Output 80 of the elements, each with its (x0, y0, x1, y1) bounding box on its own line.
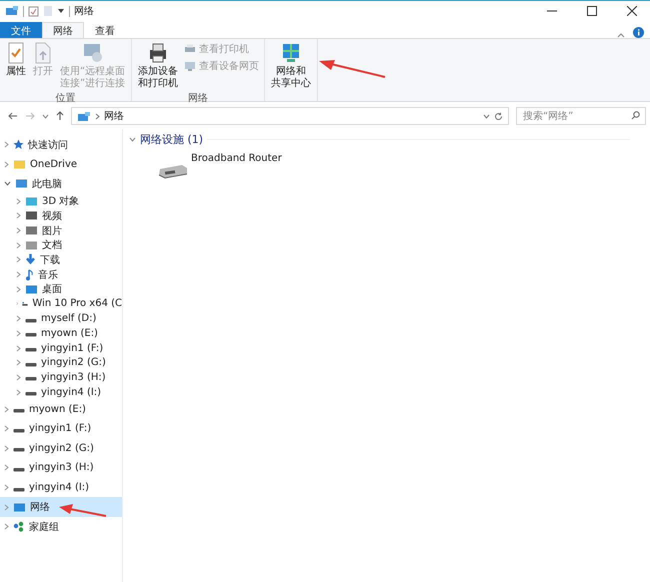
collapsed-chevron-icon[interactable] (4, 464, 9, 472)
properties-quick-icon[interactable] (28, 6, 39, 16)
caret-icon[interactable] (483, 114, 490, 118)
tree-item[interactable]: 家庭组 (0, 516, 122, 537)
tree-item[interactable]: yingyin1 (F:) (0, 419, 122, 439)
tree-item[interactable]: Win 10 Pro x64 (C (0, 296, 122, 312)
maximize-icon[interactable] (587, 6, 597, 16)
tree-item[interactable]: yingyin2 (G:) (0, 355, 122, 370)
tree-item[interactable]: 下载 (0, 252, 122, 268)
folder-network-icon (5, 5, 19, 17)
ribbon-tab[interactable]: 网络 (42, 22, 84, 38)
ribbon-button[interactable]: 添加设备 和打印机 (135, 41, 182, 91)
expanded-chevron-icon[interactable] (129, 137, 136, 142)
up-arrow-icon[interactable] (56, 111, 64, 121)
collapsed-chevron-icon[interactable] (4, 523, 9, 530)
collapsed-chevron-icon[interactable] (4, 160, 9, 168)
ribbon-button[interactable]: 属性 (3, 41, 29, 79)
search-icon (631, 111, 640, 120)
folder-icon (13, 158, 26, 170)
collapsed-chevron-icon[interactable] (4, 425, 9, 432)
system-drive-icon (22, 300, 28, 308)
collapsed-chevron-icon[interactable] (16, 227, 21, 234)
annotation-arrow (317, 57, 388, 81)
checklist-icon (8, 42, 24, 64)
tree-item[interactable]: 网络 (0, 497, 122, 517)
tree-item[interactable]: myself (D:) (0, 311, 122, 326)
router-icon[interactable] (157, 163, 189, 179)
back-arrow-icon[interactable] (8, 112, 18, 120)
window-title: 网络 (74, 5, 94, 18)
printer-icon (184, 44, 196, 54)
collapsed-chevron-icon[interactable] (4, 141, 9, 148)
caret-icon[interactable] (57, 7, 65, 15)
refresh-icon[interactable] (494, 112, 503, 120)
star-icon (13, 139, 24, 150)
homegroup-icon (13, 521, 25, 532)
open-file-icon (35, 42, 51, 64)
tree-item[interactable]: yingyin4 (I:) (0, 384, 122, 400)
tree-item[interactable]: yingyin4 (I:) (0, 478, 122, 498)
expanded-chevron-icon[interactable] (4, 181, 11, 186)
collapsed-chevron-icon[interactable] (4, 484, 9, 492)
tree-item[interactable]: 图片 (0, 223, 122, 238)
collapsed-chevron-icon[interactable] (4, 504, 9, 511)
tree-item[interactable]: 快速访问 (0, 135, 122, 155)
music-note-icon (25, 268, 34, 281)
collapsed-chevron-icon[interactable] (4, 444, 9, 452)
annotation-arrow (58, 504, 108, 518)
path-segment[interactable]: 网络 (104, 109, 124, 123)
file-tab[interactable]: 文件 (0, 22, 42, 38)
download-arrow-icon (25, 254, 36, 266)
tree-item[interactable]: yingyin2 (G:) (0, 438, 122, 458)
collapsed-chevron-icon[interactable] (16, 344, 21, 352)
address-bar[interactable]: 网络 (71, 107, 509, 125)
tree-item[interactable]: yingyin3 (H:) (0, 370, 122, 385)
tree-item[interactable]: 音乐 (0, 267, 122, 282)
remote-desktop-icon (82, 42, 104, 64)
tree-item[interactable]: yingyin3 (H:) (0, 458, 122, 478)
tree-item[interactable]: myown (E:) (0, 399, 122, 419)
group-label: 位置 (56, 92, 76, 105)
monitor-icon (184, 60, 196, 72)
ribbon-tab[interactable]: 查看 (84, 22, 126, 38)
tree-item[interactable]: OneDrive (0, 154, 122, 174)
close-icon[interactable] (627, 6, 637, 16)
chevron-icon (95, 112, 100, 120)
tree-item[interactable]: 此电脑 (0, 174, 122, 194)
tree-item[interactable]: myown (E:) (0, 326, 122, 341)
tree-item[interactable]: 文档 (0, 238, 122, 253)
collapse-ribbon-icon[interactable] (617, 32, 625, 38)
tree-item[interactable]: yingyin1 (F:) (0, 340, 122, 356)
ribbon-button[interactable]: 网络和 共享中心 (268, 41, 314, 91)
device-label[interactable]: Broadband Router (191, 153, 282, 164)
tree-item[interactable]: 视频 (0, 208, 122, 224)
collapsed-chevron-icon[interactable] (4, 406, 9, 413)
group-header[interactable]: 网络设施 (1) (140, 132, 204, 147)
search-field[interactable]: 搜索“网络” (516, 107, 646, 125)
forward-arrow-icon[interactable] (25, 112, 35, 120)
help-icon[interactable] (633, 27, 644, 38)
group-label: 网络 (188, 92, 208, 105)
tree-item[interactable]: 3D 对象 (0, 194, 122, 208)
tree-item[interactable]: 桌面 (0, 282, 122, 297)
network-center-icon (281, 42, 302, 64)
